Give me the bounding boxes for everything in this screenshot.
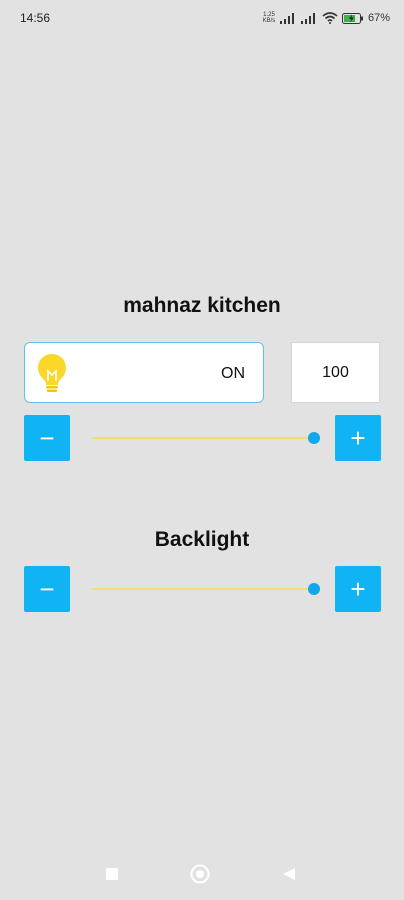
signal-icon xyxy=(279,12,294,24)
square-icon[interactable] xyxy=(105,867,119,881)
minus-icon: − xyxy=(39,423,55,453)
status-bar: 14:56 1.25 KB/s 67% xyxy=(0,0,404,36)
backlight-slider-thumb[interactable] xyxy=(308,583,320,595)
light-title: mahnaz kitchen xyxy=(123,294,281,317)
minus-icon: − xyxy=(39,574,55,604)
backlight-decrease-button[interactable]: − xyxy=(24,566,70,612)
light-level-value: 100 xyxy=(291,342,380,403)
lightbulb-icon xyxy=(37,353,67,398)
triangle-back-icon[interactable] xyxy=(282,867,296,881)
plus-icon: + xyxy=(350,574,366,604)
battery-charging-icon xyxy=(341,12,363,24)
plus-icon: + xyxy=(350,423,366,453)
light-slider-thumb[interactable] xyxy=(308,432,320,444)
network-speed: 1.25 KB/s xyxy=(262,12,276,24)
backlight-level-slider[interactable] xyxy=(92,583,320,595)
system-nav-bar xyxy=(0,850,404,900)
status-icons: 1.25 KB/s 67% xyxy=(262,9,390,27)
signal-icon xyxy=(300,12,315,24)
status-time: 14:56 xyxy=(20,11,51,25)
light-increase-button[interactable]: + xyxy=(335,415,381,461)
light-state-label: ON xyxy=(221,365,245,382)
battery-percent: 67% xyxy=(367,12,390,24)
light-decrease-button[interactable]: − xyxy=(24,415,70,461)
backlight-increase-button[interactable]: + xyxy=(335,566,381,612)
wifi-icon xyxy=(322,12,338,24)
network-speed-unit: KB/s xyxy=(262,18,276,24)
backlight-title: Backlight xyxy=(154,528,250,551)
circle-icon[interactable] xyxy=(190,864,210,884)
light-level-slider[interactable] xyxy=(92,432,320,444)
light-toggle-card[interactable]: ON xyxy=(24,342,264,403)
